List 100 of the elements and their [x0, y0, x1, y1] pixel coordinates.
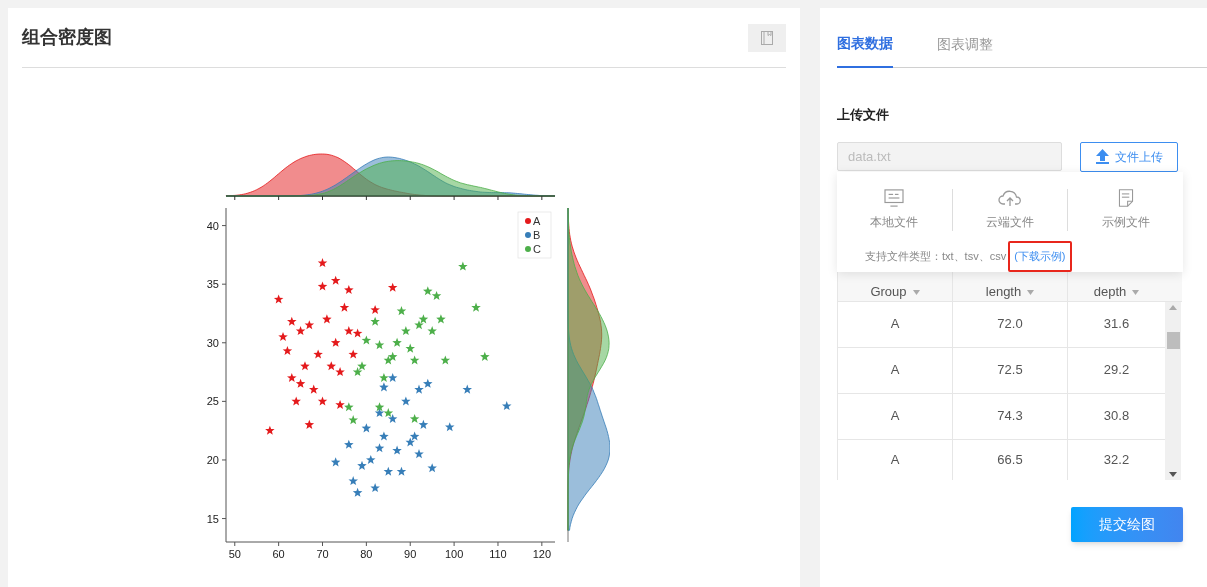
star-marker [273, 294, 284, 304]
scroll-down-icon[interactable] [1169, 471, 1177, 477]
table-cell: A [838, 301, 953, 347]
star-marker [427, 326, 437, 336]
star-marker [278, 331, 288, 341]
star-marker [317, 396, 328, 406]
upload-button[interactable]: 文件上传 [1080, 141, 1178, 172]
star-marker [287, 372, 297, 382]
save-button[interactable] [748, 23, 786, 52]
legend-label: C [533, 243, 541, 255]
star-marker [370, 316, 380, 326]
star-marker [287, 316, 297, 326]
table-cell: 66.5 [953, 439, 1068, 480]
star-marker [387, 282, 398, 292]
scroll-up-icon[interactable] [1169, 304, 1177, 310]
star-marker [344, 326, 354, 336]
star-marker [480, 351, 490, 361]
upload-option[interactable]: 本地文件 [870, 189, 919, 231]
star-marker [361, 335, 372, 345]
sort-icon[interactable] [1132, 289, 1140, 295]
table-cell-text: 31.6 [1102, 315, 1131, 334]
tab[interactable]: 图表数据 [837, 33, 893, 68]
star-marker [344, 285, 354, 295]
star-marker [361, 423, 372, 433]
star-marker [313, 349, 323, 359]
star-marker [339, 302, 350, 312]
star-marker [387, 351, 398, 361]
star-marker [352, 367, 363, 377]
file-type-hint: 支持文件类型：txt、tsv、csv [865, 249, 1007, 264]
star-marker [414, 449, 424, 459]
upload-option[interactable]: 示例文件 [1101, 189, 1150, 231]
x-tick-label: 80 [360, 548, 373, 560]
star-marker [317, 258, 328, 268]
star-marker [348, 476, 358, 486]
y-tick-label: 30 [206, 336, 219, 349]
section-label: 上传文件 [837, 106, 890, 124]
x-tick-label: 70 [316, 548, 329, 560]
star-marker [374, 408, 385, 418]
monitor-icon [883, 189, 906, 207]
star-marker [392, 445, 402, 455]
y-tick-label: 20 [206, 453, 219, 466]
star-marker [357, 460, 367, 470]
star-marker [330, 275, 341, 285]
upload-option[interactable]: 云端文件 [986, 189, 1034, 231]
star-marker [379, 382, 389, 392]
y-tick-label: 25 [206, 395, 219, 408]
star-marker [401, 396, 411, 406]
table-cell: A [838, 393, 953, 439]
star-marker [414, 384, 424, 394]
table-cell: 74.3 [953, 393, 1068, 439]
star-marker [383, 408, 394, 418]
star-marker [401, 326, 411, 336]
download-sample-link[interactable]: (下载示例) [1008, 241, 1072, 272]
scrollbar-thumb[interactable] [1166, 332, 1180, 349]
table-cell: 72.0 [953, 301, 1068, 347]
star-marker [317, 281, 328, 291]
star-marker [409, 413, 420, 423]
star-marker [379, 372, 389, 382]
star-marker [502, 401, 512, 411]
star-marker [418, 419, 429, 429]
star-marker [374, 340, 385, 350]
scrollbar[interactable] [1165, 301, 1181, 480]
star-marker [431, 290, 442, 300]
star-marker [352, 328, 363, 338]
star-marker [427, 463, 437, 473]
star-marker [409, 431, 420, 441]
tab[interactable]: 图表调整 [937, 34, 993, 67]
x-tick-label: 60 [272, 548, 285, 560]
star-marker [440, 355, 451, 365]
star-marker [335, 399, 345, 409]
star-marker [392, 337, 402, 347]
panel-title: 组合密度图 [22, 26, 112, 49]
star-marker [409, 355, 420, 365]
star-marker [304, 419, 315, 429]
star-marker [330, 457, 341, 467]
legend-label: B [533, 229, 541, 241]
star-marker [326, 361, 336, 371]
notebook-icon [761, 30, 773, 45]
star-marker [396, 466, 407, 476]
star-marker [295, 378, 306, 388]
star-marker [374, 402, 385, 412]
sort-icon[interactable] [912, 289, 920, 295]
star-marker [322, 314, 332, 324]
star-marker [357, 361, 367, 371]
table-cell-text: 30.8 [1102, 407, 1131, 426]
sort-icon[interactable] [1027, 289, 1035, 295]
star-marker [330, 337, 341, 347]
table-cell: A [838, 347, 953, 393]
table-cell: 72.5 [953, 347, 1068, 393]
star-marker [344, 402, 354, 412]
star-marker [282, 346, 293, 355]
star-marker [370, 305, 380, 314]
star-marker [387, 413, 398, 423]
table-cell-text: 32.2 [1102, 450, 1131, 469]
star-marker [304, 320, 315, 330]
star-marker [335, 367, 345, 377]
star-marker [436, 314, 446, 324]
star-marker [462, 384, 472, 394]
submit-button[interactable]: 提交绘图 [1071, 506, 1183, 542]
star-marker [405, 343, 415, 353]
